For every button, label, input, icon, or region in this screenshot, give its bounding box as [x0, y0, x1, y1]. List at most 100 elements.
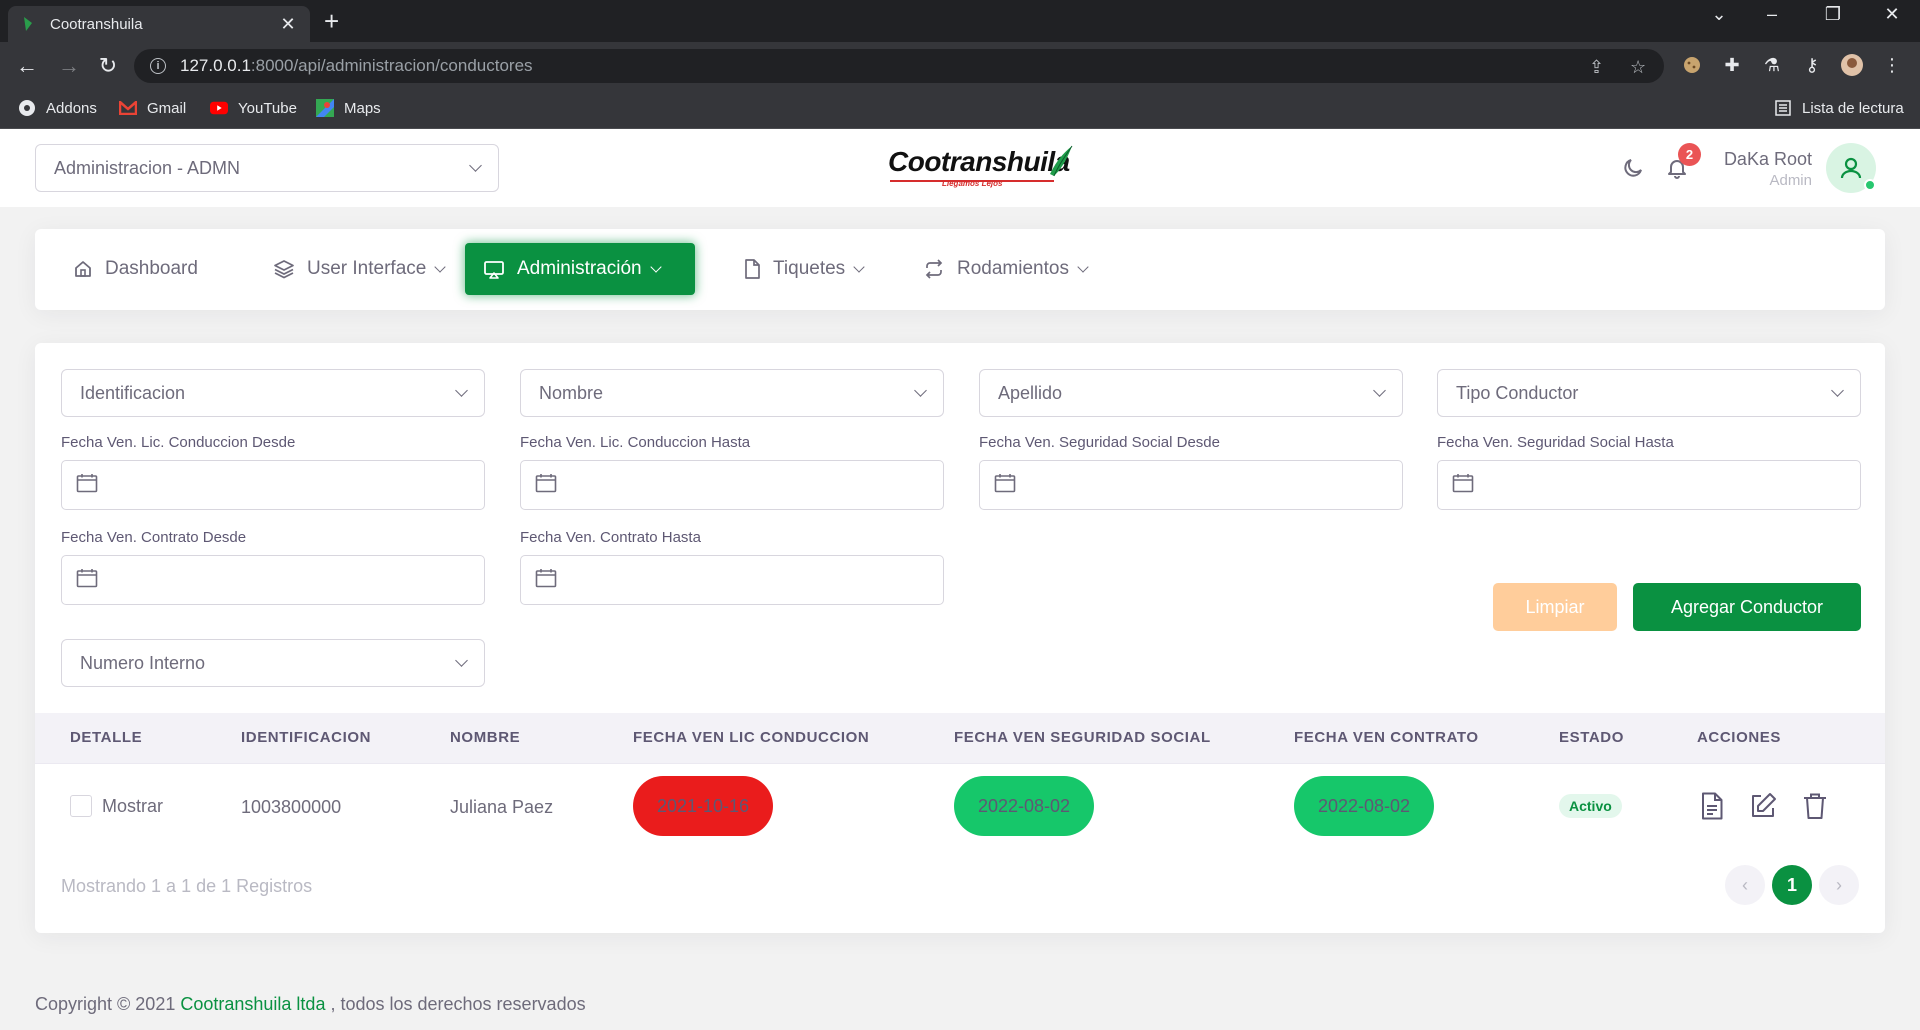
pagination-next[interactable]: ›: [1819, 865, 1859, 905]
address-bar[interactable]: i 127.0.0.1:8000/api/administracion/cond…: [134, 49, 1664, 83]
column-header[interactable]: FECHA VEN CONTRATO: [1294, 729, 1479, 746]
nav-item-dashboard[interactable]: Dashboard: [55, 243, 216, 295]
fecha-contrato-desde-input[interactable]: [61, 555, 485, 605]
tab-search-icon[interactable]: ⌄: [1699, 4, 1739, 25]
column-header[interactable]: FECHA VEN SEGURIDAD SOCIAL: [954, 729, 1211, 746]
edit-icon[interactable]: [1748, 791, 1778, 821]
logo-leaf-icon: [1050, 145, 1073, 177]
date-label: Fecha Ven. Contrato Desde: [61, 529, 247, 546]
addons-icon: [18, 99, 36, 117]
reload-icon[interactable]: ↻: [94, 52, 122, 80]
nav-item-rodamientos[interactable]: Rodamientos: [905, 243, 1105, 295]
nav-item-label: Tiquetes: [773, 258, 846, 279]
date-label: Fecha Ven. Seguridad Social Desde: [979, 434, 1220, 451]
notification-badge: 2: [1678, 143, 1701, 166]
extensions-puzzle-icon[interactable]: ✚: [1720, 53, 1744, 77]
trash-icon[interactable]: [1800, 791, 1830, 821]
back-icon[interactable]: ←: [13, 52, 41, 80]
close-window-icon[interactable]: ✕: [1872, 4, 1912, 25]
fecha-ss-desde-input[interactable]: [979, 460, 1403, 510]
column-header[interactable]: DETALLE: [70, 729, 142, 746]
nav-item-label: Rodamientos: [957, 258, 1069, 279]
pagination-page[interactable]: 1: [1772, 865, 1812, 905]
bookmark-gmail[interactable]: Gmail: [119, 99, 186, 117]
limpiar-button[interactable]: Limpiar: [1493, 583, 1617, 631]
reading-list[interactable]: Lista de lectura: [1774, 99, 1904, 117]
fecha-ss-hasta-input[interactable]: [1437, 460, 1861, 510]
fecha-lic-desde-input[interactable]: [61, 460, 485, 510]
column-header[interactable]: NOMBRE: [450, 729, 520, 746]
fecha-contrato-hasta-input[interactable]: [520, 555, 944, 605]
browser-tab[interactable]: Cootranshuila ✕: [8, 6, 310, 42]
user-role: Admin: [1769, 172, 1812, 189]
bookmark-label: Maps: [344, 99, 381, 117]
cell-seguridad-social: 2022-08-02: [954, 776, 1094, 836]
calendar-icon: [76, 568, 98, 593]
browser-toolbar: ← → ↻ i 127.0.0.1:8000/api/administracio…: [0, 42, 1920, 89]
restore-icon[interactable]: ❐: [1813, 4, 1853, 25]
cell-nombre: Juliana Paez: [450, 797, 554, 817]
minimize-icon[interactable]: –: [1752, 4, 1792, 25]
date-label: Fecha Ven. Lic. Conduccion Hasta: [520, 434, 751, 451]
chevron-down-icon: [455, 384, 468, 397]
nav-item-label: User Interface: [307, 258, 427, 279]
copyright-prefix: Copyright © 2021: [35, 994, 181, 1014]
cootranshuila-logo[interactable]: Cootranshuila Llegamos Lejos: [888, 145, 1078, 192]
password-key-icon[interactable]: ⚷: [1800, 53, 1824, 77]
bookmark-addons[interactable]: Addons: [18, 99, 97, 117]
bookmark-youtube[interactable]: YouTube: [210, 99, 297, 117]
filter-apellido-select[interactable]: Apellido: [979, 369, 1403, 417]
filter-numero-interno-select[interactable]: Numero Interno: [61, 639, 485, 687]
chevron-down-icon: [1831, 384, 1844, 397]
chevron-down-icon: [455, 654, 468, 667]
mostrar-checkbox[interactable]: [70, 795, 92, 817]
maps-icon: [316, 99, 334, 117]
fecha-lic-hasta-input[interactable]: [520, 460, 944, 510]
select-placeholder: Numero Interno: [80, 652, 206, 673]
copyright-suffix: , todos los derechos reservados: [325, 994, 586, 1014]
cast-icon: [483, 259, 505, 279]
nav-item-administracion[interactable]: Administración: [465, 243, 695, 295]
user-name[interactable]: DaKa Root: [1724, 149, 1812, 170]
bookmark-maps[interactable]: Maps: [316, 99, 381, 117]
share-icon[interactable]: ⇪: [1589, 57, 1604, 78]
pagination-prev[interactable]: ‹: [1725, 865, 1765, 905]
column-header[interactable]: ESTADO: [1559, 729, 1624, 746]
column-header[interactable]: IDENTIFICACION: [241, 729, 371, 746]
column-header[interactable]: FECHA VEN LIC CONDUCCION: [633, 729, 869, 746]
browser-menu-icon[interactable]: ⋮: [1880, 53, 1904, 77]
cootranshuila-favicon-icon: [24, 17, 32, 31]
layers-icon: [273, 259, 295, 279]
company-link[interactable]: Cootranshuila ltda: [180, 994, 325, 1014]
date-label: Fecha Ven. Contrato Hasta: [520, 529, 701, 546]
cell-lic-conduccion: 2021-10-16: [633, 776, 773, 836]
main-navigation: Dashboard User Interface Administración …: [35, 229, 1885, 310]
nav-item-user-interface[interactable]: User Interface: [255, 243, 462, 295]
select-placeholder: Nombre: [539, 382, 604, 403]
view-document-icon[interactable]: [1697, 791, 1727, 821]
cell-identificacion: 1003800000: [241, 797, 342, 817]
tab-close-icon[interactable]: ✕: [278, 14, 298, 35]
select-placeholder: Tipo Conductor: [1456, 382, 1579, 403]
avatar[interactable]: [1826, 143, 1876, 193]
profile-avatar-icon[interactable]: [1840, 53, 1864, 77]
filter-nombre-select[interactable]: Nombre: [520, 369, 944, 417]
forward-icon[interactable]: →: [55, 52, 83, 80]
table-header: DETALLE IDENTIFICACION NOMBRE FECHA VEN …: [35, 713, 1885, 763]
dark-mode-moon-icon[interactable]: [1618, 153, 1648, 183]
module-select[interactable]: Administracion - ADMN: [35, 144, 499, 192]
table-divider: [35, 763, 1885, 764]
agregar-conductor-button[interactable]: Agregar Conductor: [1633, 583, 1861, 631]
filter-identificacion-select[interactable]: Identificacion: [61, 369, 485, 417]
lab-flask-icon[interactable]: ⚗: [1760, 53, 1784, 77]
cookie-extension-icon[interactable]: [1680, 53, 1704, 77]
repeat-icon: [923, 259, 945, 279]
bookmark-star-icon[interactable]: ☆: [1630, 57, 1646, 78]
nav-item-tiquetes[interactable]: Tiquetes: [725, 243, 881, 295]
site-info-icon[interactable]: i: [150, 58, 166, 74]
online-status-dot: [1864, 179, 1876, 191]
new-tab-icon[interactable]: +: [324, 8, 339, 34]
user-icon: [1840, 157, 1862, 179]
calendar-icon: [76, 473, 98, 498]
filter-tipo-conductor-select[interactable]: Tipo Conductor: [1437, 369, 1861, 417]
